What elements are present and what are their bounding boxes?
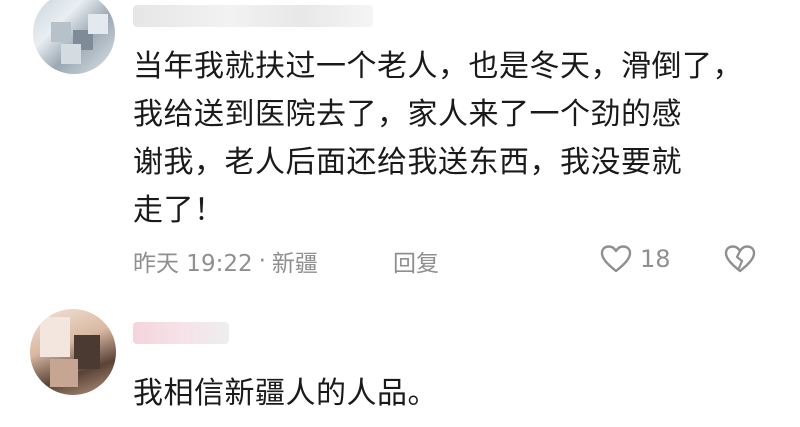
username-blurred[interactable] <box>133 322 229 344</box>
avatar-mosaic <box>61 44 81 64</box>
broken-heart-icon[interactable] <box>724 244 756 274</box>
avatar-mosaic <box>50 359 78 387</box>
comment-text: 当年我就扶过一个老人，也是冬天，滑倒了， 我给送到医院去了，家人来了一个劲的感 … <box>133 43 743 235</box>
comment-text-line: 我相信新疆人的人品。 <box>133 376 438 411</box>
comment-text-line: 我给送到医院去了，家人来了一个劲的感 <box>133 97 682 132</box>
username-blurred[interactable] <box>133 5 373 27</box>
reply-button[interactable]: 回复 <box>393 244 439 278</box>
comment-text-line: 走了！ <box>133 193 225 228</box>
comment-text: 我相信新疆人的人品。 <box>133 370 438 418</box>
avatar[interactable] <box>30 309 116 395</box>
avatar-mosaic <box>88 14 108 34</box>
comment-text-line: 谢我，老人后面还给我送东西，我没要就 <box>133 145 682 180</box>
comment-meta: 昨天 19:22 · 新疆 <box>133 244 318 278</box>
meta-separator: · <box>258 248 266 274</box>
like-count: 18 <box>640 245 671 273</box>
avatar-mosaic <box>40 317 70 357</box>
avatar-mosaic <box>51 22 71 42</box>
comment-text-line: 当年我就扶过一个老人，也是冬天，滑倒了， <box>133 49 743 84</box>
heart-outline-icon <box>600 244 632 274</box>
comment-time: 昨天 19:22 <box>133 251 253 277</box>
avatar[interactable] <box>33 0 115 74</box>
like-button[interactable]: 18 <box>600 244 671 274</box>
comment-location: 新疆 <box>271 251 318 277</box>
